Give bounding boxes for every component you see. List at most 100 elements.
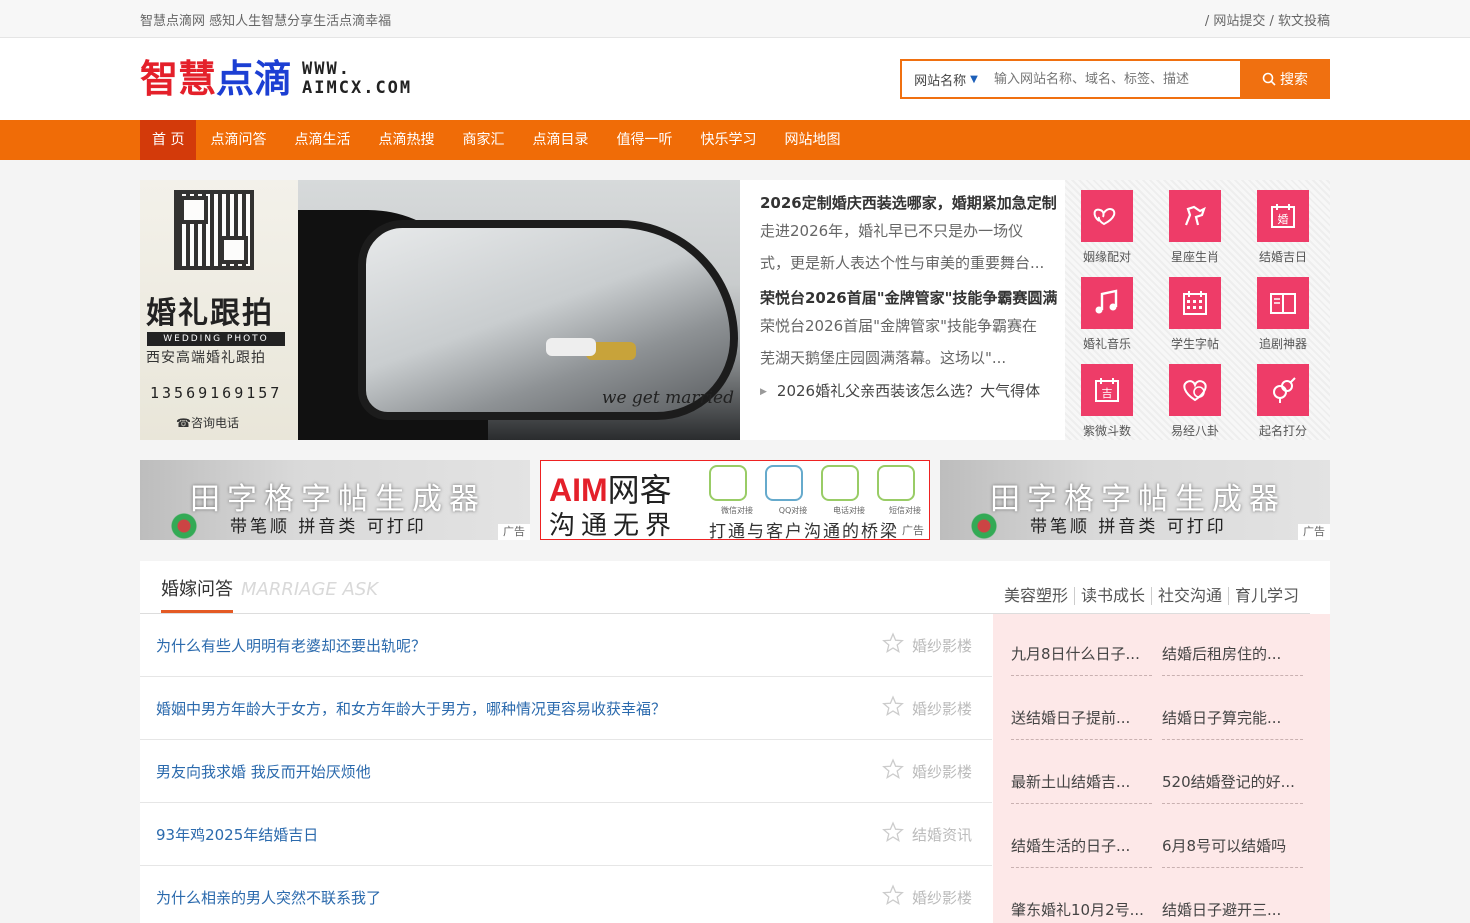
site-slogan: 智慧点滴网 感知人生智慧分享生活点滴幸福 xyxy=(140,13,392,29)
nav-item-1[interactable]: 点滴问答 xyxy=(196,120,280,160)
ad-tag: 广告 xyxy=(498,524,530,540)
site-logo[interactable]: 智慧点滴 WWW. AIMCX.COM xyxy=(140,55,412,103)
hearts-icon xyxy=(1081,190,1133,242)
tool-label: 婚礼音乐 xyxy=(1082,337,1131,351)
tool-label: 紫微斗数 xyxy=(1082,424,1131,438)
question-category: 婚纱影楼 xyxy=(882,884,972,910)
panel-link[interactable]: 6月8号可以结婚吗 xyxy=(1162,832,1303,868)
nav-item-0[interactable]: 首 页 xyxy=(140,120,197,160)
hero-area: 婚礼跟拍 WEDDING PHOTO 西安高端婚礼跟拍 13569169157 … xyxy=(140,180,1330,440)
tool-music-note[interactable]: 婚礼音乐 xyxy=(1067,277,1147,352)
poster-subtitle-en: WEDDING PHOTO xyxy=(147,332,285,346)
question-link[interactable]: 婚姻中男方年龄大于女方，和女方年龄大于男方，哪种情况更容易收获幸福？ xyxy=(156,698,666,719)
top-bar: 智慧点滴网 感知人生智慧分享生活点滴幸福 / 网站提交 / 软文投稿 xyxy=(0,0,1470,38)
calendar-wedding-icon: 婚 xyxy=(1257,190,1309,242)
star-icon[interactable] xyxy=(882,884,912,910)
related-panel: 九月8日什么日子... 结婚后租房住的... 送结婚日子提前... 结婚日子算完能..… xyxy=(993,614,1330,923)
panel-link[interactable]: 结婚日子算完能... xyxy=(1162,704,1303,740)
news-summary-2: 荣悦台2026首届"金牌管家"技能争霸赛在芜湖天鹅堡庄园圆满落幕。这场以"... xyxy=(760,317,1037,367)
news-headline-1[interactable]: 2026定制婚庆西装选哪家，婚期紧加急定制 xyxy=(760,192,1065,213)
poster-consult: ☎咨询电话 xyxy=(176,416,239,430)
qq-icon xyxy=(765,465,803,501)
ad-caption: QQ对接 xyxy=(778,506,808,515)
header: 智慧点滴 WWW. AIMCX.COM 网站名称▼ 搜索 xyxy=(0,38,1470,120)
section-tab-0[interactable]: 美容塑形 xyxy=(998,587,1074,605)
news-summary-1: 走进2026年，婚礼早已不只是办一场仪式，更是新人表达个性与审美的重要舞台... xyxy=(760,222,1045,272)
panel-link[interactable]: 结婚后租房住的... xyxy=(1162,640,1303,676)
news-headline-2[interactable]: 荣悦台2026首届"金牌管家"技能争霸赛圆满 xyxy=(760,287,1065,308)
news-bullet-item[interactable]: ▶ 2026婚礼父亲西装该怎么选？大气得体 xyxy=(760,380,1065,401)
panel-link[interactable]: 最新土山结婚吉... xyxy=(1011,768,1152,804)
question-row[interactable]: 为什么相亲的男人突然不联系我了 婚纱影楼 xyxy=(140,866,992,923)
question-row[interactable]: 男友向我求婚 我反而开始厌烦他 婚纱影楼 xyxy=(140,740,992,803)
nav-item-5[interactable]: 点滴目录 xyxy=(518,120,602,160)
question-link[interactable]: 男友向我求婚 我反而开始厌烦他 xyxy=(156,761,371,782)
question-link[interactable]: 为什么相亲的男人突然不联系我了 xyxy=(156,887,381,908)
ad-row: 田字格字帖生成器 带笔顺 拼音类 可打印 广告 AIM网客 沟通无界 微信对接 Q… xyxy=(140,460,1330,540)
news-column: 2026定制婚庆西装选哪家，婚期紧加急定制 走进2026年，婚礼早已不只是办一场… xyxy=(740,180,1065,440)
chevron-down-icon: ▼ xyxy=(970,73,978,85)
question-category: 婚纱影楼 xyxy=(882,695,972,721)
ad-banner-right[interactable]: 田字格字帖生成器 带笔顺 拼音类 可打印 广告 xyxy=(940,460,1330,540)
question-link[interactable]: 为什么有些人明明有老婆却还要出轨呢？ xyxy=(156,635,426,656)
logo-domain: WWW. AIMCX.COM xyxy=(302,59,413,98)
tool-label: 学生字帖 xyxy=(1170,337,1219,351)
nav-item-7[interactable]: 快乐学习 xyxy=(686,120,770,160)
tool-book[interactable]: 追剧神器 xyxy=(1243,277,1323,352)
panel-link[interactable]: 送结婚日子提前... xyxy=(1011,704,1152,740)
question-row[interactable]: 婚姻中男方年龄大于女方，和女方年龄大于男方，哪种情况更容易收获幸福？ 婚纱影楼 xyxy=(140,677,992,740)
question-row[interactable]: 为什么有些人明明有老婆却还要出轨呢？ 婚纱影楼 xyxy=(140,614,992,677)
tool-calendar-ji[interactable]: 吉紫微斗数 xyxy=(1067,364,1147,439)
search-button[interactable]: 搜索 xyxy=(1240,59,1330,99)
slideshow-photo[interactable]: we get married xyxy=(298,180,740,440)
tool-grid: 姻缘配对 星座生肖婚结婚吉日 婚礼音乐 学生字帖 追剧神器吉紫微斗数 易经八卦 起名打分 xyxy=(1065,180,1330,440)
tool-horse[interactable]: 星座生肖 xyxy=(1155,190,1235,265)
nav-item-3[interactable]: 点滴热搜 xyxy=(364,120,448,160)
section-tabs: 美容塑形 读书成长 社交沟通 育儿学习 xyxy=(998,587,1305,605)
panel-link[interactable]: 九月8日什么日子... xyxy=(1011,640,1152,676)
tool-gender[interactable]: 起名打分 xyxy=(1243,364,1323,439)
question-category: 婚纱影楼 xyxy=(882,758,972,784)
panel-link[interactable]: 结婚生活的日子... xyxy=(1011,832,1152,868)
ad-banner-left[interactable]: 田字格字帖生成器 带笔顺 拼音类 可打印 广告 xyxy=(140,460,530,540)
book-icon xyxy=(1257,277,1309,329)
star-icon[interactable] xyxy=(882,821,912,847)
tool-yinyang-heart[interactable]: 易经八卦 xyxy=(1155,364,1235,439)
nav-item-4[interactable]: 商家汇 xyxy=(448,120,518,160)
panel-link[interactable]: 肇东婚礼10月2号... xyxy=(1011,896,1152,923)
tool-grid-calendar[interactable]: 学生字帖 xyxy=(1155,277,1235,352)
ad-caption: 短信对接 xyxy=(889,506,921,515)
sms-icon xyxy=(877,465,915,501)
search-icon xyxy=(1262,72,1276,86)
panel-link[interactable]: 结婚日子避开三... xyxy=(1162,896,1303,923)
nav-item-2[interactable]: 点滴生活 xyxy=(280,120,364,160)
tool-label: 易经八卦 xyxy=(1170,424,1219,438)
wedding-photo-poster[interactable]: 婚礼跟拍 WEDDING PHOTO 西安高端婚礼跟拍 13569169157 … xyxy=(140,180,298,440)
qr-code-icon xyxy=(174,190,254,270)
star-icon[interactable] xyxy=(882,758,912,784)
tool-label: 姻缘配对 xyxy=(1082,250,1131,264)
top-links[interactable]: / 网站提交 / 软文投稿 xyxy=(1205,10,1330,29)
question-row[interactable]: 93年鸡2025年结婚吉日 结婚资讯 xyxy=(140,803,992,866)
search-input[interactable] xyxy=(990,61,1240,97)
section-tab-3[interactable]: 育儿学习 xyxy=(1227,587,1305,605)
panel-link[interactable]: 520结婚登记的好... xyxy=(1162,768,1303,804)
nav-item-6[interactable]: 值得一听 xyxy=(602,120,686,160)
nav-item-8[interactable]: 网站地图 xyxy=(770,120,854,160)
tool-label: 结婚吉日 xyxy=(1258,250,1307,264)
ad-banner-middle[interactable]: AIM网客 沟通无界 微信对接 QQ对接 电话对接 短信对接 打通与客户沟通的桥梁 广… xyxy=(540,460,930,540)
question-link[interactable]: 93年鸡2025年结婚吉日 xyxy=(156,824,318,845)
star-icon[interactable] xyxy=(882,632,912,658)
tool-calendar-wedding[interactable]: 婚结婚吉日 xyxy=(1243,190,1323,265)
tool-hearts[interactable]: 姻缘配对 xyxy=(1067,190,1147,265)
svg-text:吉: 吉 xyxy=(1102,387,1113,400)
search-bar: 网站名称▼ 搜索 xyxy=(900,59,1330,99)
search-type-select[interactable]: 网站名称 ▼ xyxy=(902,61,990,97)
star-icon[interactable] xyxy=(882,695,912,721)
ad-tag: 广告 xyxy=(897,523,929,539)
bullet-icon: ▶ xyxy=(760,386,767,397)
section-tab-2[interactable]: 社交沟通 xyxy=(1150,587,1228,605)
main-nav: 首 页点滴问答 点滴生活 点滴热搜 商家汇 点滴目录 值得一听 快乐学习 网站地图 xyxy=(0,120,1470,160)
poster-title: 婚礼跟拍 xyxy=(146,296,274,331)
section-tab-1[interactable]: 读书成长 xyxy=(1073,587,1151,605)
